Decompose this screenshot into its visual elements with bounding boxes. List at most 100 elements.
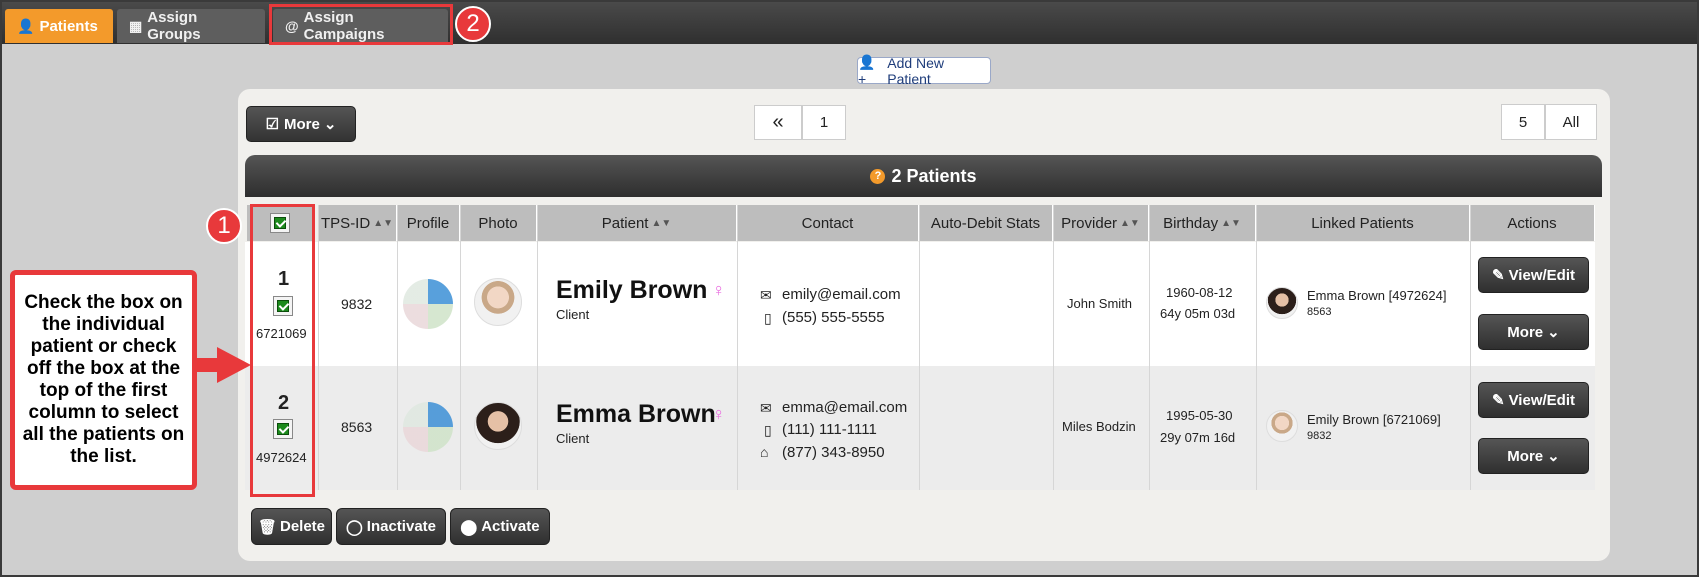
contact-email[interactable]: emily@email.com [782, 286, 901, 303]
column-label: Profile [406, 214, 450, 232]
first-page-button[interactable]: « [754, 105, 802, 140]
column-label: Photo [478, 214, 518, 232]
row-more-button[interactable]: More ⌄ [1478, 314, 1589, 350]
column-divider [919, 205, 920, 490]
contact-phone: (111) 111-1111 [782, 421, 877, 438]
column-header-provider[interactable]: Provider ▲▼ [1053, 205, 1149, 241]
edit-icon: ✎ [1492, 392, 1505, 409]
inactivate-button[interactable]: ◯ Inactivate [336, 508, 446, 545]
button-label: Inactivate [366, 518, 436, 535]
profile-chart-icon[interactable] [403, 402, 453, 452]
column-divider [318, 205, 319, 490]
button-label: More [1507, 447, 1544, 465]
provider-name: Miles Bodzin [1062, 419, 1136, 434]
arrow-right-icon [197, 358, 219, 372]
toggle-off-icon: ◯ [346, 518, 363, 536]
trash-icon: 🗑 [257, 518, 277, 536]
more-dropdown-button[interactable]: ☑ More ⌄ [246, 106, 356, 142]
mail-icon: ✉ [760, 287, 772, 303]
contact-home-phone: (877) 343-8950 [782, 444, 885, 461]
button-label: View/Edit [1508, 266, 1575, 284]
contact-phone: (555) 555-5555 [782, 309, 885, 326]
column-header-profile: Profile [397, 205, 460, 241]
arrow-right-icon [217, 347, 251, 383]
highlight-assign-campaigns [269, 4, 453, 45]
column-header-patient[interactable]: Patient ▲▼ [537, 205, 737, 241]
column-label: Contact [801, 214, 854, 232]
button-label: View/Edit [1508, 391, 1575, 409]
mobile-icon: ▯ [764, 310, 772, 326]
tab-patients[interactable]: 👤 Patients [5, 9, 113, 43]
patient-name[interactable]: Emma Brown [556, 400, 716, 429]
page-1-button[interactable]: 1 [802, 105, 846, 140]
column-label: Linked Patients [1311, 214, 1414, 232]
patient-role: Client [556, 307, 590, 322]
column-divider [1256, 205, 1257, 490]
column-divider [1149, 205, 1150, 490]
sort-icon: ▲▼ [1120, 217, 1140, 229]
column-divider [537, 205, 538, 490]
birthday-age: 29y 07m 16d [1160, 430, 1236, 445]
column-label: Actions [1507, 214, 1557, 232]
female-icon: ♀ [712, 404, 726, 424]
mobile-icon: ▯ [764, 422, 772, 438]
linked-patient-id: 9832 [1307, 430, 1332, 442]
column-header-tps-id[interactable]: TPS-ID ▲▼ [318, 205, 397, 241]
checkbox-edit-icon: ☑ [265, 116, 280, 133]
column-label: Auto-Debit Stats [930, 214, 1041, 232]
tps-id: 8563 [341, 419, 373, 435]
instruction-callout: Check the box on the individual patient … [10, 270, 197, 490]
group-icon: ▦ [129, 17, 143, 34]
user-icon: 👤 [17, 17, 35, 34]
more-label: More [284, 115, 320, 133]
edit-icon: ✎ [1492, 267, 1505, 284]
annotation-badge-2: 2 [455, 6, 491, 42]
patient-name[interactable]: Emily Brown [556, 276, 707, 305]
birthday-age: 64y 05m 03d [1160, 306, 1236, 321]
tab-label: Assign Groups [147, 9, 201, 43]
linked-patient-name[interactable]: Emma Brown [4972624] [1307, 288, 1446, 303]
linked-patient-id: 8563 [1307, 306, 1332, 318]
button-label: More [1507, 323, 1544, 341]
profile-chart-icon[interactable] [403, 279, 453, 329]
column-divider [1470, 205, 1471, 490]
sort-icon: ▲▼ [1221, 217, 1241, 229]
linked-patient-name[interactable]: Emily Brown [6721069] [1307, 412, 1441, 427]
column-label: Provider [1061, 214, 1118, 232]
toggle-on-icon: ⬤ [460, 518, 478, 536]
chevron-down-icon: ⌄ [323, 116, 337, 133]
patients-count: 2 Patients [891, 165, 977, 186]
delete-button[interactable]: 🗑 Delete [251, 508, 332, 545]
birthday-date: 1960-08-12 [1166, 285, 1233, 300]
female-icon: ♀ [712, 280, 726, 300]
page-size-5-button[interactable]: 5 [1501, 104, 1545, 140]
column-label: TPS-ID [321, 214, 371, 232]
activate-button[interactable]: ⬤ Activate [450, 508, 550, 545]
sort-icon: ▲▼ [373, 217, 393, 229]
linked-patient-photo [1266, 287, 1298, 319]
add-new-patient-button[interactable]: 👤+ Add New Patient [857, 54, 991, 87]
tab-assign-groups[interactable]: ▦ Assign Groups [117, 9, 265, 43]
add-new-patient-label: Add New Patient [887, 54, 945, 87]
contact-email[interactable]: emma@email.com [782, 399, 907, 416]
birthday-date: 1995-05-30 [1166, 408, 1233, 423]
home-icon: ⌂ [760, 444, 769, 460]
provider-name: John Smith [1067, 296, 1133, 311]
row-more-button[interactable]: More ⌄ [1478, 438, 1589, 474]
view-edit-button[interactable]: ✎ View/Edit [1478, 257, 1589, 293]
column-header-linked-patients: Linked Patients [1256, 205, 1470, 241]
sort-icon: ▲▼ [651, 217, 672, 229]
column-label: Birthday [1163, 214, 1219, 232]
page-size-all-button[interactable]: All [1545, 104, 1597, 140]
column-divider [737, 205, 738, 490]
tab-label: Patients [39, 17, 98, 35]
patient-photo [474, 278, 522, 326]
mail-icon: ✉ [760, 400, 772, 416]
view-edit-button[interactable]: ✎ View/Edit [1478, 382, 1589, 418]
button-label: Delete [280, 518, 326, 535]
linked-patient-photo [1266, 410, 1298, 442]
column-divider [397, 205, 398, 490]
column-header-photo: Photo [460, 205, 537, 241]
column-divider [460, 205, 461, 490]
column-header-birthday[interactable]: Birthday ▲▼ [1149, 205, 1256, 241]
